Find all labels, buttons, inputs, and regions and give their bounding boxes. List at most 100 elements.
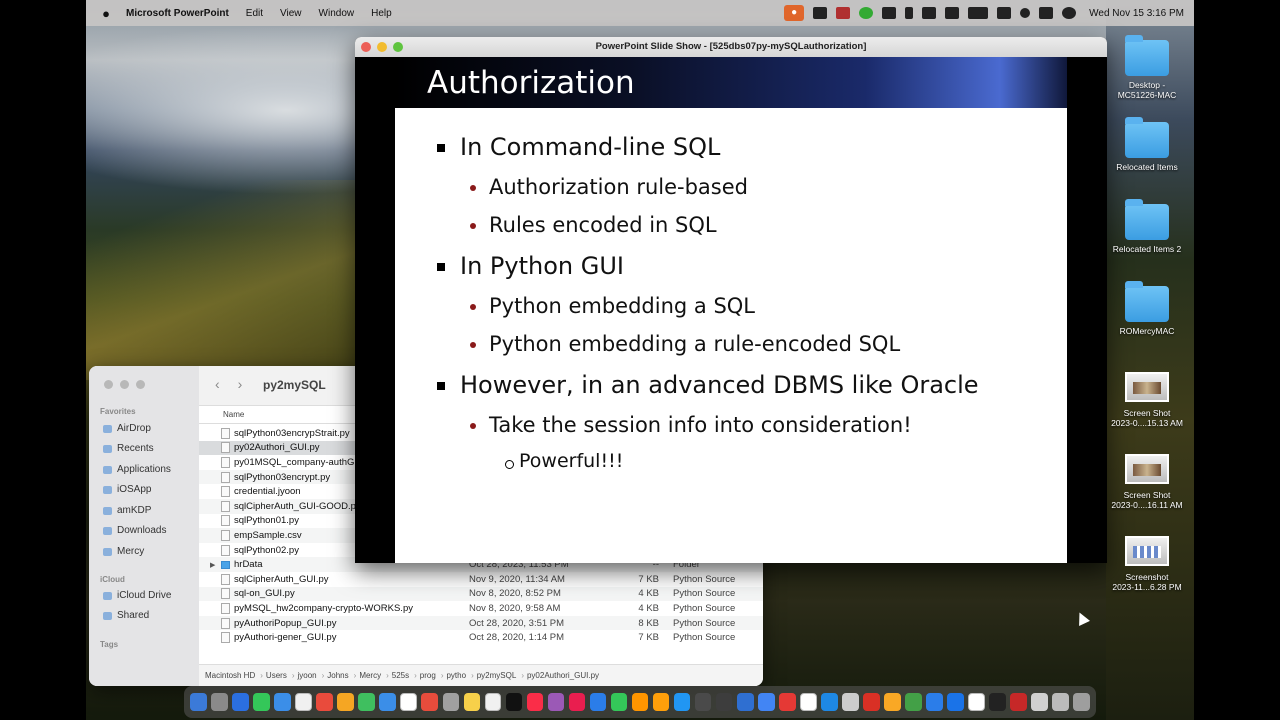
dock-app-icon[interactable] (568, 693, 586, 711)
back-chevron-icon[interactable]: ‹ (215, 376, 220, 392)
sidebar-item-mercy[interactable]: Mercy (103, 546, 144, 557)
dock-app-icon[interactable] (715, 693, 733, 711)
sidebar-item-applications[interactable]: Applications (103, 464, 171, 475)
dock-app-icon[interactable] (505, 693, 523, 711)
minimize-button[interactable] (120, 380, 129, 389)
menu-clock[interactable]: Wed Nov 15 3:16 PM (1089, 8, 1184, 19)
dock-app-icon[interactable] (547, 693, 565, 711)
sidebar-item-icloud-drive[interactable]: iCloud Drive (103, 590, 171, 601)
dock-app-icon[interactable] (757, 693, 775, 711)
dock-app-icon[interactable] (1031, 693, 1049, 711)
dock-app-icon[interactable] (947, 693, 964, 711)
status-app-icon[interactable] (882, 7, 897, 19)
sidebar-item-airdrop[interactable]: AirDrop (103, 423, 151, 434)
dock-app-icon[interactable] (778, 693, 796, 711)
file-row[interactable]: pyAuthoriPopup_GUI.py Oct 28, 2020, 3:51 … (199, 615, 763, 631)
menu-window[interactable]: Window (319, 8, 355, 19)
desktop-icon[interactable]: Screen Shot 2023-0....15.13 AM (1104, 372, 1190, 428)
disclosure-triangle-icon[interactable]: ▶ (210, 561, 215, 569)
dock-app-icon[interactable] (211, 693, 228, 711)
desktop-icon[interactable]: ROMercyMAC (1104, 281, 1190, 336)
desktop-icon[interactable]: Relocated Items 2 (1104, 199, 1190, 254)
column-name-header[interactable]: Name (223, 410, 244, 419)
dock-app-icon[interactable] (379, 693, 396, 711)
user-icon[interactable] (1062, 7, 1077, 19)
dock-app-icon[interactable] (926, 693, 943, 711)
dock-app-icon[interactable] (736, 693, 754, 711)
file-row[interactable]: sqlCipherAuth_GUI.py Nov 9, 2020, 11:34 A… (199, 572, 763, 587)
dock-app-icon[interactable] (905, 693, 922, 711)
path-segment[interactable]: Users (266, 671, 287, 680)
app-menu[interactable]: Microsoft PowerPoint (126, 8, 229, 19)
path-segment[interactable]: pytho (446, 671, 466, 680)
sidebar-item-downloads[interactable]: Downloads (103, 525, 166, 536)
control-center-icon[interactable] (1039, 7, 1054, 19)
dock-app-icon[interactable] (337, 693, 354, 711)
dock-app-icon[interactable] (484, 693, 502, 711)
path-segment[interactable]: py2mySQL (477, 671, 517, 680)
dock-app-icon[interactable] (1052, 693, 1070, 711)
file-row[interactable]: pyAuthori-gener_GUI.py Oct 28, 2020, 1:14… (199, 630, 763, 645)
dock-app-icon[interactable] (694, 693, 712, 711)
dock-app-icon[interactable] (253, 693, 270, 711)
microphone-icon[interactable]: ● (784, 5, 805, 21)
path-segment[interactable]: Macintosh HD (205, 671, 255, 680)
minimize-button[interactable] (377, 42, 387, 52)
dock-app-icon[interactable] (610, 693, 628, 711)
dock-app-icon[interactable] (821, 693, 838, 711)
display-icon[interactable] (945, 7, 960, 19)
dock-app-icon[interactable] (421, 693, 439, 711)
chrome-status-icon[interactable] (859, 7, 874, 19)
dock-app-icon[interactable] (1010, 693, 1028, 711)
dock-app-icon[interactable] (842, 693, 859, 711)
sidebar-item-recents[interactable]: Recents (103, 443, 154, 454)
path-segment[interactable]: prog (420, 671, 436, 680)
dock-app-icon[interactable] (358, 693, 375, 711)
dock-app-icon[interactable] (968, 693, 985, 711)
desktop-icon[interactable]: Screenshot 2023-11...6.28 PM (1104, 536, 1190, 592)
dock-app-icon[interactable] (673, 693, 691, 711)
zoom-button[interactable] (136, 380, 145, 389)
sidebar-item-amkdp[interactable]: amKDP (103, 505, 151, 516)
dock-app-icon[interactable] (232, 693, 249, 711)
file-row[interactable]: sql-on_GUI.py Nov 8, 2020, 8:52 PM 4 KB Pyt… (199, 586, 763, 602)
dock-app-icon[interactable] (442, 693, 460, 711)
desktop-icon[interactable]: Relocated Items (1104, 117, 1190, 172)
dock-app-icon[interactable] (652, 693, 670, 711)
slide[interactable]: Authorization In Command-line SQL Authori… (395, 57, 1067, 563)
forward-chevron-icon[interactable]: › (238, 376, 243, 392)
battery-icon[interactable] (968, 7, 989, 19)
dock-app-icon[interactable] (526, 693, 544, 711)
status-app-icon[interactable] (813, 7, 828, 19)
dock-app-icon[interactable] (316, 693, 333, 711)
zoom-button[interactable] (393, 42, 403, 52)
dock-app-icon[interactable] (884, 693, 901, 711)
dock-app-icon[interactable] (190, 693, 207, 711)
path-segment[interactable]: Johns (327, 671, 348, 680)
dock-app-icon[interactable] (274, 693, 291, 711)
menu-edit[interactable]: Edit (246, 8, 263, 19)
dock-app-icon[interactable] (463, 693, 481, 711)
path-segment[interactable]: 525s (392, 671, 409, 680)
dock-app-icon[interactable] (863, 693, 880, 711)
input-source-icon[interactable] (922, 7, 937, 19)
desktop-icon[interactable]: Desktop - MC51226-MAC (1104, 35, 1190, 100)
sidebar-item-shared[interactable]: Shared (103, 610, 149, 621)
status-app-icon[interactable] (836, 7, 851, 19)
menu-help[interactable]: Help (371, 8, 392, 19)
close-button[interactable] (104, 380, 113, 389)
dock-app-icon[interactable] (295, 693, 312, 711)
path-segment[interactable]: jyoon (297, 671, 316, 680)
wifi-icon[interactable] (997, 7, 1012, 19)
bluetooth-icon[interactable] (905, 7, 914, 19)
menu-view[interactable]: View (280, 8, 302, 19)
desktop-icon[interactable]: Screen Shot 2023-0....16.11 AM (1104, 454, 1190, 510)
dock-app-icon[interactable] (799, 693, 817, 711)
search-icon[interactable] (1020, 8, 1031, 18)
path-segment[interactable]: Mercy (359, 671, 381, 680)
apple-menu-icon[interactable]: ● (96, 6, 116, 21)
dock-app-icon[interactable] (1073, 693, 1091, 711)
close-button[interactable] (361, 42, 371, 52)
sidebar-item-iosapp[interactable]: iOSApp (103, 484, 151, 495)
dock-app-icon[interactable] (989, 693, 1006, 711)
